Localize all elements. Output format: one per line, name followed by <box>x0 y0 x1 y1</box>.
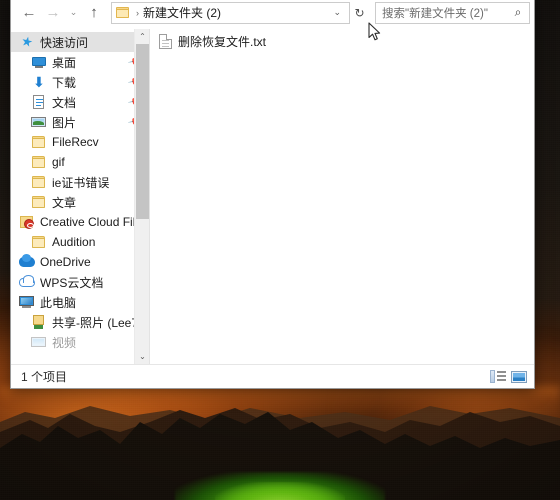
scroll-down-button[interactable]: ⌄ <box>135 349 149 364</box>
navigation-pane-scrollbar[interactable]: ⌃ ⌄ <box>134 29 149 364</box>
chevron-down-icon: ⌄ <box>69 7 78 17</box>
desktop-icon <box>31 54 47 70</box>
sidebar-item-label: 图片 <box>52 115 77 130</box>
sidebar-item[interactable]: 桌面📌 <box>11 52 149 72</box>
file-list-pane[interactable]: 删除恢复文件.txt <box>150 29 534 364</box>
large-icons-view-icon[interactable] <box>511 369 528 385</box>
address-bar[interactable]: › 新建文件夹 (2) ⌄ <box>111 1 350 24</box>
sidebar-item-label: FileRecv <box>52 135 99 149</box>
file-list-item[interactable]: 删除恢复文件.txt <box>150 32 534 51</box>
wallpaper-green-field-highlight <box>215 482 345 500</box>
scroll-up-button[interactable]: ⌃ <box>135 29 149 44</box>
details-view-icon[interactable] <box>490 369 507 385</box>
sidebar-item[interactable]: ★ 快速访问 <box>11 32 149 52</box>
chevron-up-icon: ⌃ <box>139 32 146 41</box>
search-box[interactable]: 搜索"新建文件夹 (2)" ⌕ <box>375 1 530 24</box>
sidebar-item[interactable]: 此电脑 <box>11 292 149 312</box>
navigation-pane: ★快速访问桌面📌⬇下载📌文档📌图片📌FileRecvgifie证书错误文章Cre… <box>11 29 149 364</box>
sidebar-item-label: 此电脑 <box>40 295 77 310</box>
chevron-down-icon: ⌄ <box>139 352 146 361</box>
address-dropdown-icon[interactable]: ⌄ <box>327 7 347 18</box>
sidebar-item-label: OneDrive <box>40 255 91 269</box>
creative-cloud-icon <box>19 214 35 230</box>
sidebar-item-label: Creative Cloud Fil <box>40 215 136 229</box>
sidebar-item[interactable]: Audition <box>11 232 149 252</box>
sidebar-item[interactable]: ie证书错误 <box>11 172 149 192</box>
sidebar-item-label: 共享-照片 (Lee77 <box>52 315 145 330</box>
back-button[interactable]: ← <box>17 0 41 26</box>
folder-icon <box>31 234 47 250</box>
folder-icon <box>31 174 47 190</box>
sidebar-item[interactable]: 图片📌 <box>11 112 149 132</box>
sidebar-item[interactable]: 文章 <box>11 192 149 212</box>
view-mode-buttons <box>490 369 528 385</box>
wps-cloud-icon <box>19 274 35 290</box>
arrow-left-icon: ← <box>21 4 37 21</box>
forward-button[interactable]: → <box>41 0 65 26</box>
sidebar-item-label: 下载 <box>52 75 77 90</box>
navigation-tree: ★快速访问桌面📌⬇下载📌文档📌图片📌FileRecvgifie证书错误文章Cre… <box>11 29 149 352</box>
onedrive-icon <box>19 254 35 270</box>
sidebar-item-label: 文章 <box>52 195 77 210</box>
videos-icon <box>31 334 47 350</box>
file-name-label: 删除恢复文件.txt <box>178 35 267 49</box>
search-icon[interactable]: ⌕ <box>511 5 525 20</box>
recent-locations-button[interactable]: ⌄ <box>65 0 82 26</box>
network-drive-icon <box>31 314 47 330</box>
folder-icon <box>116 6 131 19</box>
sidebar-item[interactable]: 文档📌 <box>11 92 149 112</box>
refresh-button[interactable]: ↻ <box>350 0 370 26</box>
sidebar-item-label: WPS云文档 <box>40 275 104 290</box>
breadcrumb-separator: › <box>136 7 139 18</box>
arrow-right-icon: → <box>45 4 61 21</box>
text-file-icon <box>159 34 172 49</box>
sidebar-item[interactable]: OneDrive <box>11 252 149 272</box>
sidebar-item-label: 视频 <box>52 335 77 350</box>
item-count-label: 1 个项目 <box>21 370 68 384</box>
sidebar-item-label: ie证书错误 <box>52 175 110 190</box>
sidebar-item-label: 桌面 <box>52 55 77 70</box>
folder-icon <box>31 134 47 150</box>
sidebar-item[interactable]: FileRecv <box>11 132 149 152</box>
arrow-up-icon: ↑ <box>90 4 98 21</box>
sidebar-item[interactable]: WPS云文档 <box>11 272 149 292</box>
folder-icon <box>31 194 47 210</box>
this-pc-icon <box>19 294 35 310</box>
pictures-icon <box>31 114 47 130</box>
sidebar-item-label: Audition <box>52 235 96 249</box>
refresh-icon: ↻ <box>354 5 365 20</box>
search-placeholder: 搜索"新建文件夹 (2)" <box>382 7 488 20</box>
navigation-toolbar: ← → ⌄ ↑ › 新建文件夹 (2) ⌄ ↻ 搜索"新建文件夹 (2)" ⌕ <box>11 0 534 29</box>
sidebar-item-label: 文档 <box>52 95 77 110</box>
status-bar: 1 个项目 <box>11 364 534 388</box>
sidebar-item-label: gif <box>52 155 65 169</box>
folder-icon <box>31 154 47 170</box>
up-button[interactable]: ↑ <box>82 0 106 26</box>
breadcrumb-current-folder[interactable]: 新建文件夹 (2) <box>143 4 327 21</box>
documents-icon <box>31 94 47 110</box>
sidebar-item-label: 快速访问 <box>40 35 89 50</box>
sidebar-item[interactable]: 共享-照片 (Lee77 <box>11 312 149 332</box>
sidebar-item[interactable]: gif <box>11 152 149 172</box>
sidebar-item[interactable]: 视频 <box>11 332 149 352</box>
desktop: ← → ⌄ ↑ › 新建文件夹 (2) ⌄ ↻ 搜索"新建文件夹 (2)" ⌕ … <box>0 0 560 500</box>
star-icon: ★ <box>19 32 35 51</box>
sidebar-item[interactable]: ⬇下载📌 <box>11 72 149 92</box>
file-explorer-window: ← → ⌄ ↑ › 新建文件夹 (2) ⌄ ↻ 搜索"新建文件夹 (2)" ⌕ … <box>10 0 535 389</box>
sidebar-item[interactable]: Creative Cloud Fil <box>11 212 149 232</box>
scrollbar-thumb[interactable] <box>136 44 149 219</box>
download-icon: ⬇ <box>33 74 45 90</box>
window-body: ★快速访问桌面📌⬇下载📌文档📌图片📌FileRecvgifie证书错误文章Cre… <box>11 29 534 364</box>
